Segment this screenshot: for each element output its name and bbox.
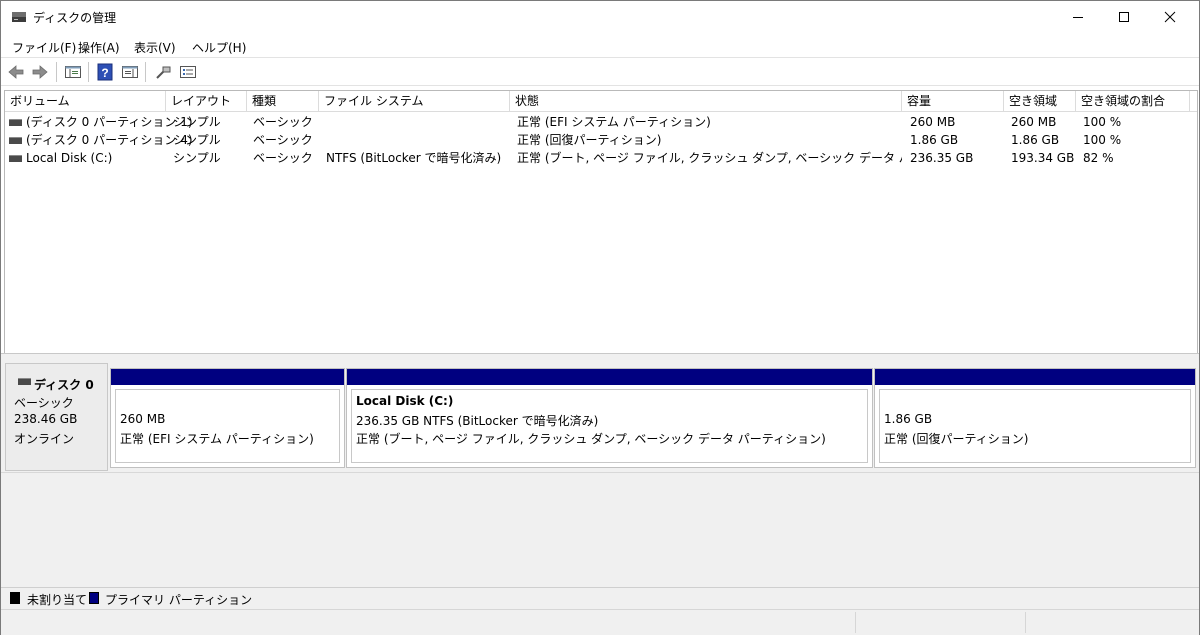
cell-volume: Local Disk (C:) <box>26 151 113 165</box>
cell-percent-free: 100 % <box>1083 115 1122 129</box>
cell-capacity: 260 MB <box>910 115 956 129</box>
column-header-type[interactable]: 種類 <box>247 91 319 111</box>
table-row[interactable]: (ディスク 0 パーティション 4) シンプル ベーシック 正常 (回復パーティ… <box>5 131 1197 149</box>
back-icon[interactable] <box>6 62 26 82</box>
cell-status: 正常 (ブート, ページ ファイル, クラッシュ ダンプ, ベーシック データ … <box>517 151 902 165</box>
close-icon <box>1164 11 1176 23</box>
disk-icon <box>18 378 31 385</box>
cell-volume: (ディスク 0 パーティション 4) <box>26 133 193 147</box>
cell-volume: (ディスク 0 パーティション 1) <box>26 115 193 129</box>
legend-bar: 未割り当て プライマリ パーティション <box>1 587 1199 610</box>
cell-percent-free: 82 % <box>1083 151 1114 165</box>
partition-status: 正常 (回復パーティション) <box>884 432 1029 446</box>
disk-size: 238.46 GB <box>14 412 78 426</box>
partition-color-bar <box>875 369 1195 385</box>
partition-size: 1.86 GB <box>884 412 933 426</box>
menu-bar: ファイル(F) 操作(A) 表示(V) ヘルプ(H) <box>1 35 1199 57</box>
cell-capacity: 236.35 GB <box>910 151 974 165</box>
menu-file[interactable]: ファイル(F) <box>12 39 76 56</box>
partition-size: 236.35 GB NTFS (BitLocker で暗号化済み) <box>356 414 599 428</box>
disk-graphical-view: ディスク 0 ベーシック 238.46 GB オンライン 260 MB 正常 (… <box>1 359 1199 588</box>
forward-icon[interactable] <box>30 62 50 82</box>
maximize-icon <box>1119 12 1129 22</box>
menu-view[interactable]: 表示(V) <box>134 39 176 56</box>
cell-percent-free: 100 % <box>1083 133 1122 147</box>
cell-layout: シンプル <box>173 133 221 147</box>
partition-color-bar <box>347 369 872 385</box>
partition-title: Local Disk (C:) <box>356 394 454 408</box>
cell-layout: シンプル <box>173 151 221 165</box>
column-header-free-space[interactable]: 空き領域 <box>1004 91 1076 111</box>
partition-local-disk-c[interactable]: Local Disk (C:) 236.35 GB NTFS (BitLocke… <box>346 368 873 468</box>
cell-status: 正常 (回復パーティション) <box>517 133 662 147</box>
empty-disk-area <box>1 472 1199 588</box>
cell-capacity: 1.86 GB <box>910 133 959 147</box>
column-header-status[interactable]: 状態 <box>510 91 902 111</box>
close-button[interactable] <box>1147 1 1193 33</box>
minimize-button[interactable] <box>1055 1 1101 33</box>
properties-icon[interactable] <box>120 62 140 82</box>
help-icon[interactable]: ? <box>95 62 115 82</box>
column-header-layout[interactable]: レイアウト <box>166 91 247 111</box>
menu-action[interactable]: 操作(A) <box>78 39 120 56</box>
disk-info-panel[interactable]: ディスク 0 ベーシック 238.46 GB オンライン <box>5 363 108 471</box>
toolbar-separator <box>88 62 89 82</box>
column-header-filesystem[interactable]: ファイル システム <box>319 91 510 111</box>
cell-filesystem: NTFS (BitLocker で暗号化済み) <box>326 151 502 165</box>
partition-size: 260 MB <box>120 412 166 426</box>
column-header-percent-free[interactable]: 空き領域の割合 <box>1076 91 1190 111</box>
cell-layout: シンプル <box>173 115 221 129</box>
disk-management-app-icon <box>11 10 27 24</box>
window-title: ディスクの管理 <box>33 11 117 25</box>
cell-type: ベーシック <box>253 115 313 129</box>
console-tree-icon[interactable] <box>63 62 83 82</box>
toolbar: ? <box>1 59 1199 85</box>
volume-icon <box>9 119 22 126</box>
legend-swatch-unallocated <box>10 592 20 604</box>
cell-free-space: 260 MB <box>1011 115 1057 129</box>
volume-icon <box>9 155 22 162</box>
partition-status: 正常 (ブート, ページ ファイル, クラッシュ ダンプ, ベーシック データ … <box>356 432 826 446</box>
settings-icon[interactable] <box>178 62 198 82</box>
menu-help[interactable]: ヘルプ(H) <box>192 39 246 56</box>
menu-divider <box>1 57 1199 58</box>
cell-type: ベーシック <box>253 133 313 147</box>
minimize-icon <box>1073 17 1083 18</box>
partition-efi[interactable]: 260 MB 正常 (EFI システム パーティション) <box>110 368 345 468</box>
toolbar-divider <box>1 85 1199 86</box>
title-bar: ディスクの管理 <box>1 1 1199 33</box>
cell-free-space: 1.86 GB <box>1011 133 1060 147</box>
toolbar-separator <box>56 62 57 82</box>
cell-status: 正常 (EFI システム パーティション) <box>517 115 711 129</box>
column-header-volume[interactable]: ボリューム <box>5 91 166 111</box>
disk-management-window: ディスクの管理 ファイル(F) 操作(A) 表示(V) ヘルプ(H) ? ボリュ… <box>0 0 1200 635</box>
legend-label-unallocated: 未割り当て <box>27 593 88 607</box>
cell-free-space: 193.34 GB <box>1011 151 1075 165</box>
status-bar <box>1 609 1199 635</box>
legend-label-primary: プライマリ パーティション <box>105 593 253 607</box>
legend-swatch-primary <box>89 592 99 604</box>
maximize-button[interactable] <box>1101 1 1147 33</box>
table-row[interactable]: Local Disk (C:) シンプル ベーシック NTFS (BitLock… <box>5 149 1197 167</box>
disk-state: オンライン <box>14 432 75 446</box>
status-pane <box>855 612 1026 633</box>
cell-type: ベーシック <box>253 151 313 165</box>
svg-text:?: ? <box>101 66 108 80</box>
table-row[interactable]: (ディスク 0 パーティション 1) シンプル ベーシック 正常 (EFI シス… <box>5 113 1197 131</box>
partition-color-bar <box>111 369 344 385</box>
volume-list-header: ボリューム レイアウト 種類 ファイル システム 状態 容量 空き領域 空き領域… <box>5 91 1197 112</box>
disk-name: ディスク 0 <box>34 378 94 392</box>
toolbar-separator <box>145 62 146 82</box>
connect-icon[interactable] <box>153 62 173 82</box>
partition-recovery[interactable]: 1.86 GB 正常 (回復パーティション) <box>874 368 1196 468</box>
column-header-capacity[interactable]: 容量 <box>902 91 1004 111</box>
disk-type: ベーシック <box>14 396 74 410</box>
volume-list: ボリューム レイアウト 種類 ファイル システム 状態 容量 空き領域 空き領域… <box>4 90 1198 354</box>
status-pane <box>1025 612 1196 633</box>
partition-status: 正常 (EFI システム パーティション) <box>120 432 314 446</box>
volume-icon <box>9 137 22 144</box>
